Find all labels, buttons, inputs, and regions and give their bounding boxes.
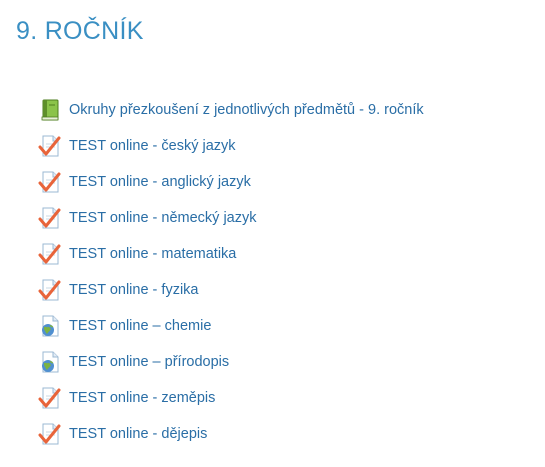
activity-label[interactable]: TEST online – chemie bbox=[69, 316, 211, 336]
book-icon bbox=[38, 98, 62, 122]
url-icon bbox=[38, 314, 62, 338]
activity-label[interactable]: TEST online - německý jazyk bbox=[69, 208, 257, 228]
activity-link[interactable]: Okruhy přezkoušení z jednotlivých předmě… bbox=[38, 92, 424, 128]
activity-link[interactable]: TEST online - německý jazyk bbox=[38, 200, 424, 236]
activity-label[interactable]: TEST online - zeměpis bbox=[69, 388, 215, 408]
activity-label[interactable]: TEST online - anglický jazyk bbox=[69, 172, 251, 192]
activity-link[interactable]: TEST online - český jazyk bbox=[38, 128, 424, 164]
activity-label[interactable]: TEST online - český jazyk bbox=[69, 136, 236, 156]
activity-list: Okruhy přezkoušení z jednotlivých předmě… bbox=[38, 92, 424, 452]
activity-link[interactable]: TEST online - anglický jazyk bbox=[38, 164, 424, 200]
url-icon bbox=[38, 350, 62, 374]
section-title: 9. ROČNÍK bbox=[16, 17, 144, 45]
quiz-icon bbox=[38, 206, 62, 230]
activity-link[interactable]: TEST online - fyzika bbox=[38, 272, 424, 308]
activity-link[interactable]: TEST online - matematika bbox=[38, 236, 424, 272]
quiz-icon bbox=[38, 134, 62, 158]
quiz-icon bbox=[38, 170, 62, 194]
quiz-icon bbox=[38, 278, 62, 302]
activity-label[interactable]: TEST online - fyzika bbox=[69, 280, 198, 300]
activity-label[interactable]: TEST online - dějepis bbox=[69, 424, 207, 444]
quiz-icon bbox=[38, 422, 62, 446]
activity-link[interactable]: TEST online – chemie bbox=[38, 308, 424, 344]
activity-label[interactable]: TEST online - matematika bbox=[69, 244, 236, 264]
activity-label[interactable]: Okruhy přezkoušení z jednotlivých předmě… bbox=[69, 100, 424, 120]
activity-label[interactable]: TEST online – přírodopis bbox=[69, 352, 229, 372]
activity-link[interactable]: TEST online – přírodopis bbox=[38, 344, 424, 380]
quiz-icon bbox=[38, 386, 62, 410]
activity-link[interactable]: TEST online - zeměpis bbox=[38, 380, 424, 416]
activity-link[interactable]: TEST online - dějepis bbox=[38, 416, 424, 452]
quiz-icon bbox=[38, 242, 62, 266]
